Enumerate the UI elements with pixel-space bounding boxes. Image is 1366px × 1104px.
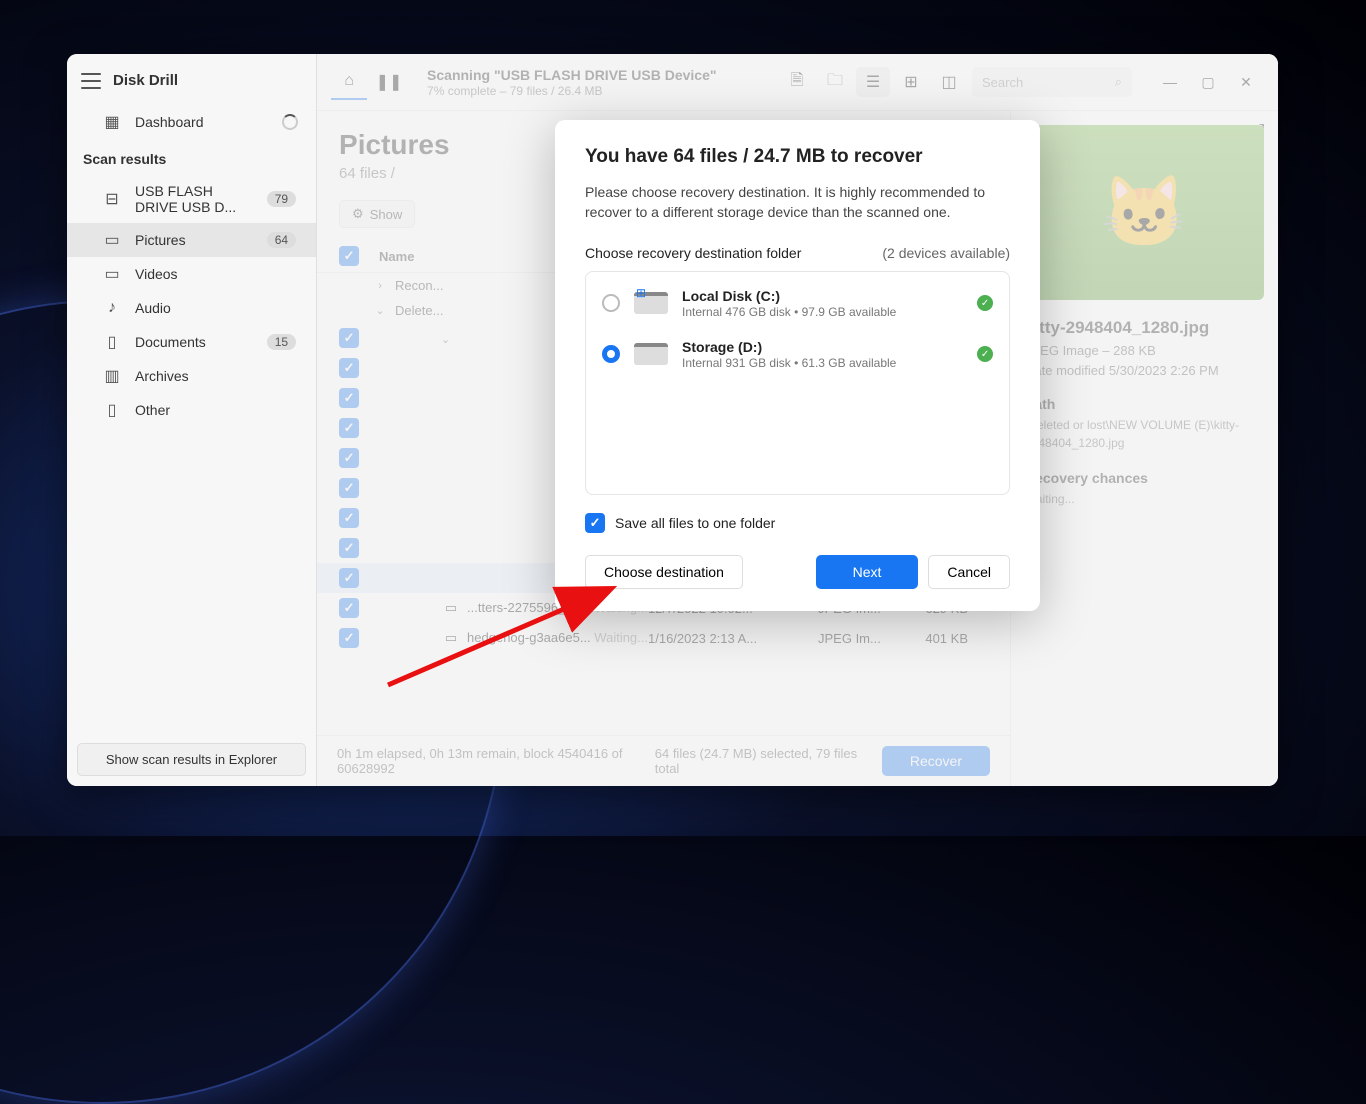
save-one-folder-checkbox[interactable]	[585, 513, 605, 533]
sidebar-item-documents[interactable]: ▯ Documents 15	[67, 325, 316, 359]
destination-local-c[interactable]: Local Disk (C:) Internal 476 GB disk • 9…	[586, 278, 1009, 329]
picture-icon: ▭	[103, 231, 121, 249]
disk-icon	[634, 292, 668, 314]
section-scan-results: Scan results	[67, 141, 316, 175]
nav-dashboard[interactable]: ▦ Dashboard	[67, 105, 316, 141]
choose-destination-button[interactable]: Choose destination	[585, 555, 743, 589]
menu-icon[interactable]	[81, 73, 101, 89]
document-icon: ▯	[103, 333, 121, 351]
modal-subtitle: Please choose recovery destination. It i…	[585, 182, 1010, 223]
check-ok-icon: ✓	[977, 346, 993, 362]
choose-folder-label: Choose recovery destination folder	[585, 245, 801, 261]
cancel-button[interactable]: Cancel	[928, 555, 1010, 589]
devices-count: (2 devices available)	[882, 245, 1010, 261]
show-in-explorer-button[interactable]: Show scan results in Explorer	[77, 743, 306, 776]
recovery-modal: You have 64 files / 24.7 MB to recover P…	[555, 120, 1040, 611]
archive-icon: ▥	[103, 367, 121, 385]
sidebar-item-usb[interactable]: ⊟ USB FLASH DRIVE USB D... 79	[67, 175, 316, 223]
other-icon: ▯	[103, 401, 121, 419]
modal-overlay: You have 64 files / 24.7 MB to recover P…	[317, 54, 1278, 786]
audio-icon: ♪	[103, 299, 121, 317]
spinner-icon	[282, 114, 298, 130]
grid-icon: ▦	[103, 113, 121, 131]
usb-icon: ⊟	[103, 190, 121, 208]
video-icon: ▭	[103, 265, 121, 283]
sidebar-item-audio[interactable]: ♪ Audio	[67, 291, 316, 325]
destination-list: Local Disk (C:) Internal 476 GB disk • 9…	[585, 271, 1010, 495]
radio-selected[interactable]	[602, 345, 620, 363]
save-one-label: Save all files to one folder	[615, 515, 775, 531]
app-window: Disk Drill ▦ Dashboard Scan results ⊟ US…	[67, 54, 1278, 786]
modal-title: You have 64 files / 24.7 MB to recover	[585, 146, 1010, 168]
disk-icon	[634, 343, 668, 365]
sidebar-item-pictures[interactable]: ▭ Pictures 64	[67, 223, 316, 257]
app-title: Disk Drill	[113, 72, 178, 89]
check-ok-icon: ✓	[977, 295, 993, 311]
sidebar-item-videos[interactable]: ▭ Videos	[67, 257, 316, 291]
sidebar: Disk Drill ▦ Dashboard Scan results ⊟ US…	[67, 54, 317, 786]
sidebar-item-archives[interactable]: ▥ Archives	[67, 359, 316, 393]
destination-storage-d[interactable]: Storage (D:) Internal 931 GB disk • 61.3…	[586, 329, 1009, 380]
sidebar-item-other[interactable]: ▯ Other	[67, 393, 316, 427]
next-button[interactable]: Next	[816, 555, 919, 589]
radio-unselected[interactable]	[602, 294, 620, 312]
